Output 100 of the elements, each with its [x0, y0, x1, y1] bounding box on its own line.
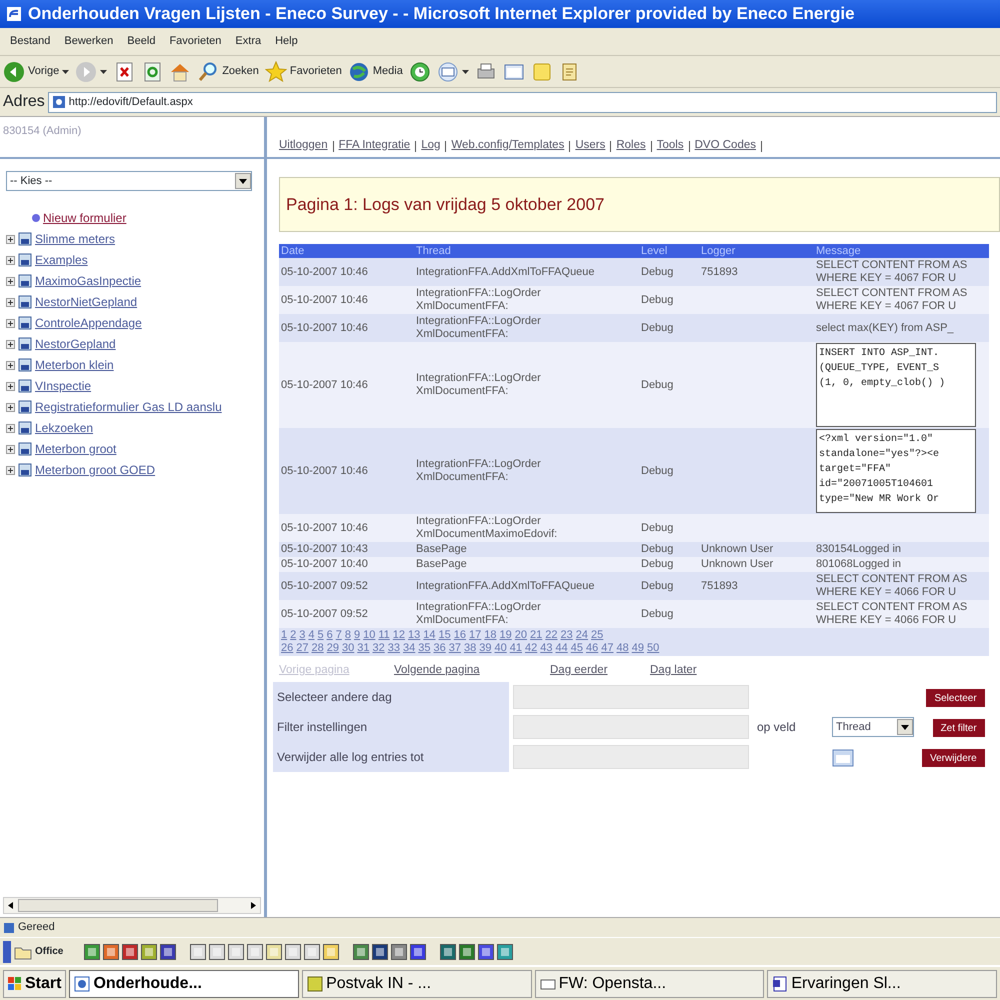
page-link[interactable]: 22 [545, 629, 558, 642]
scrollbar[interactable] [3, 897, 261, 914]
page-link[interactable]: 5 [318, 629, 324, 642]
tree-link[interactable]: Registratieformulier Gas LD aanslu [35, 398, 222, 416]
address-field[interactable]: http://edovift/Default.aspx [48, 92, 997, 112]
page-link[interactable]: 9 [354, 629, 360, 642]
column-header[interactable]: Date [279, 244, 414, 258]
expand-icon[interactable] [6, 298, 15, 306]
pager-link[interactable]: Dag eerder [550, 662, 650, 680]
page-link[interactable]: 26 [281, 642, 294, 655]
app-icon[interactable] [372, 944, 388, 960]
toolbar-label[interactable]: Media [372, 63, 403, 80]
page-link[interactable]: 7 [336, 629, 342, 642]
page-link[interactable]: 4 [308, 629, 314, 642]
menu-item[interactable]: Bewerken [57, 33, 120, 50]
tree-link[interactable]: Meterbon groot [35, 440, 116, 458]
star-icon[interactable] [264, 60, 287, 82]
tree-link[interactable]: Meterbon groot GOED [35, 461, 156, 479]
taskbar-button[interactable]: Ervaringen Sl... [767, 970, 998, 998]
page-link[interactable]: 38 [464, 642, 476, 655]
app-icon[interactable] [478, 944, 494, 960]
caret-icon[interactable] [62, 70, 70, 74]
expand-icon[interactable] [6, 402, 15, 412]
page-link[interactable]: 23 [560, 629, 573, 642]
nav-link[interactable]: FFA Integratie [338, 136, 410, 154]
page-link[interactable]: 40 [494, 642, 507, 655]
page-link[interactable]: 48 [616, 642, 629, 655]
page-link[interactable]: 46 [586, 642, 598, 655]
expand-icon[interactable] [6, 424, 15, 432]
page-link[interactable]: 18 [484, 629, 497, 642]
select-field[interactable]: Thread [832, 717, 914, 738]
tree-link[interactable]: Examples [35, 251, 88, 269]
expand-icon[interactable] [6, 466, 15, 474]
page-link[interactable]: 15 [438, 629, 451, 642]
page-link[interactable]: 17 [469, 629, 482, 642]
taskbar-button[interactable]: Onderhoude... [69, 970, 300, 998]
select-field[interactable]: -- Kies -- [6, 171, 252, 191]
tree-link[interactable]: VInspectie [35, 377, 92, 395]
calendar-icon[interactable] [832, 748, 854, 767]
column-header[interactable]: Message [814, 244, 989, 258]
page-link[interactable]: 33 [388, 642, 400, 655]
tree-link[interactable]: NestorGepland [35, 335, 116, 353]
input-field[interactable] [513, 715, 749, 740]
page-link[interactable]: 50 [647, 642, 660, 655]
expand-icon[interactable] [6, 318, 15, 328]
page-link[interactable]: 12 [392, 629, 406, 642]
menu-item[interactable]: Beeld [120, 33, 162, 50]
tree-link[interactable]: Slimme meters [35, 230, 116, 248]
page-link[interactable]: 24 [576, 629, 588, 642]
page-link[interactable]: 41 [510, 642, 522, 655]
page-link[interactable]: 43 [540, 642, 552, 655]
page-link[interactable]: 31 [357, 642, 370, 655]
back-icon[interactable] [3, 60, 25, 82]
page-link[interactable]: 6 [326, 629, 333, 642]
app-icon[interactable] [160, 944, 176, 960]
globe-icon[interactable] [348, 60, 370, 82]
app-icon[interactable] [497, 944, 514, 960]
page-link[interactable]: 34 [403, 642, 416, 655]
input-field[interactable] [513, 685, 749, 710]
taskbar-button[interactable]: Postvak IN - ... [302, 970, 532, 998]
nav-link[interactable]: Uitloggen [279, 136, 328, 154]
nav-link[interactable]: Log [421, 136, 440, 154]
page-link[interactable]: 36 [434, 642, 446, 655]
page-link[interactable]: 35 [418, 642, 430, 655]
action-button[interactable]: Verwijdere [922, 748, 985, 767]
page-link[interactable]: 37 [448, 642, 461, 655]
tree-link[interactable]: Meterbon klein [35, 356, 114, 374]
page-link[interactable]: 1 [281, 629, 288, 642]
nav-link[interactable]: Tools [656, 136, 684, 154]
app-icon[interactable] [190, 944, 206, 960]
app-icon[interactable] [84, 944, 100, 960]
page-link[interactable]: 16 [454, 629, 466, 642]
caret-icon[interactable] [100, 70, 108, 74]
tree-link[interactable]: Nieuw formulier [43, 209, 126, 227]
page-link[interactable]: 14 [423, 629, 436, 642]
column-header[interactable]: Thread [414, 244, 639, 258]
history-icon[interactable] [408, 60, 431, 82]
tree-link[interactable]: ControleAppendage [35, 314, 142, 332]
app-icon[interactable] [323, 944, 340, 960]
page-link[interactable]: 44 [556, 642, 568, 655]
nav-link[interactable]: DVO Codes [694, 136, 756, 154]
expand-icon[interactable] [6, 256, 15, 264]
page-link[interactable]: 27 [296, 642, 308, 655]
app-icon[interactable] [304, 944, 320, 960]
tree-link[interactable]: Lekzoeken [35, 419, 94, 437]
search-icon[interactable] [197, 60, 220, 82]
page-link[interactable]: 19 [500, 629, 512, 642]
expand-icon[interactable] [6, 360, 15, 370]
page-link[interactable]: 39 [479, 642, 492, 655]
app-icon[interactable] [122, 944, 138, 960]
caret-icon[interactable] [462, 70, 469, 74]
app-icon[interactable] [247, 944, 264, 960]
page-link[interactable]: 21 [530, 629, 542, 642]
page-link[interactable]: 29 [326, 642, 339, 655]
pager-link[interactable]: Dag later [650, 662, 740, 680]
page-link[interactable]: 13 [408, 629, 420, 642]
page-link[interactable]: 42 [525, 642, 538, 655]
page-link[interactable]: 49 [632, 642, 644, 655]
page-link[interactable]: 11 [378, 629, 390, 642]
expand-icon[interactable] [6, 444, 15, 454]
